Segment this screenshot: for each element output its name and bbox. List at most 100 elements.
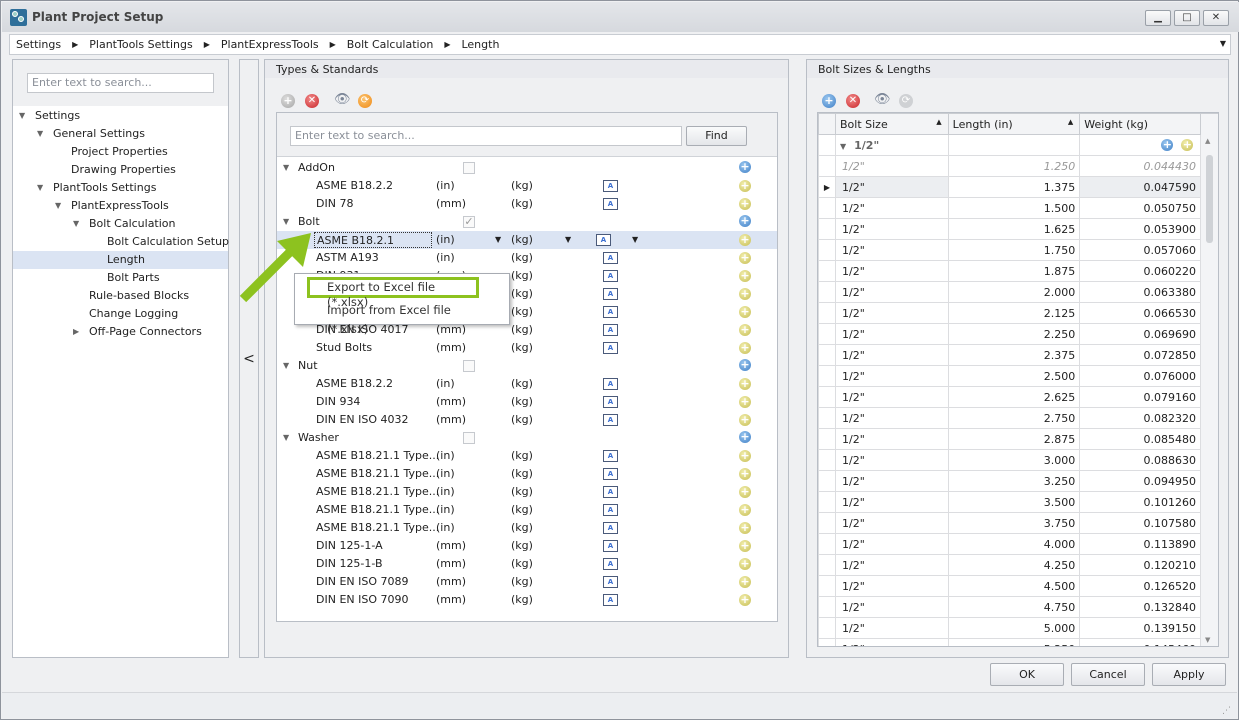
label-template-icon[interactable]: A	[603, 594, 618, 606]
column-header[interactable]: Length (in) ▲	[947, 113, 1081, 135]
table-row[interactable]: 1/2" 2.125 0.066530	[818, 302, 1218, 324]
weight-cell[interactable]: 0.113890	[1079, 533, 1202, 555]
table-row[interactable]: 1/2" 4.750 0.132840	[818, 596, 1218, 618]
type-row[interactable]: DIN 934 (mm) (kg) A +	[277, 393, 777, 411]
expand-arrow-icon[interactable]: ▼	[73, 215, 79, 233]
minimize-button[interactable]: ▁	[1145, 10, 1171, 26]
bolt-size-cell[interactable]: 1/2"	[834, 260, 949, 282]
add-item-icon[interactable]: +	[739, 359, 751, 371]
group-checkbox[interactable]: ✓	[463, 216, 475, 228]
type-row[interactable]: Stud Bolts (mm) (kg) A +	[277, 339, 777, 357]
length-unit-dropdown-icon[interactable]: ▼	[495, 231, 501, 249]
add-size-icon[interactable]: +	[739, 540, 751, 552]
table-row[interactable]: 1/2" 5.000 0.139150	[818, 617, 1218, 639]
type-row[interactable]: ASME B18.21.1 Type... (in) (kg) A +	[277, 501, 777, 519]
bolt-size-cell[interactable]: 1/2"	[834, 491, 949, 513]
table-row[interactable]: 1/2" 2.000 0.063380	[818, 281, 1218, 303]
scrollbar-thumb[interactable]	[1206, 155, 1213, 243]
type-row[interactable]: ASME B18.2.2 (in) (kg) A +	[277, 375, 777, 393]
label-template-icon[interactable]: A	[603, 180, 618, 192]
weight-cell[interactable]: 0.085480	[1079, 428, 1202, 450]
table-row[interactable]: 1/2" 3.250 0.094950	[818, 470, 1218, 492]
add-size-icon[interactable]: +	[739, 558, 751, 570]
new-item-row[interactable]: 1/2" 1.250 0.044430	[818, 155, 1218, 177]
label-template-icon[interactable]: A	[603, 198, 618, 210]
add-size-icon[interactable]: +	[739, 378, 751, 390]
weight-cell[interactable]: 0.057060	[1079, 239, 1202, 261]
tree-item[interactable]: ▼ General Settings	[13, 125, 228, 143]
add-size-icon[interactable]: +	[739, 198, 751, 210]
table-row[interactable]: 1/2" 1.750 0.057060	[818, 239, 1218, 261]
length-cell[interactable]: 2.250	[947, 323, 1081, 345]
tree-item[interactable]: Rule-based Blocks	[13, 287, 228, 305]
length-cell[interactable]: 4.000	[947, 533, 1081, 555]
hide-icon[interactable]: 👁	[334, 92, 351, 107]
bolt-size-cell[interactable]: 1/2"	[834, 575, 949, 597]
weight-cell[interactable]: 0.060220	[1079, 260, 1202, 282]
bolt-size-cell[interactable]: 1/2"	[834, 512, 949, 534]
type-row[interactable]: ASME B18.21.1 Type... (in) (kg) A +	[277, 465, 777, 483]
import-excel-menu-item[interactable]: Import from Excel file (*.xlsx)	[307, 301, 479, 336]
weight-cell[interactable]: 0.101260	[1079, 491, 1202, 513]
table-row[interactable]: 1/2" 2.500 0.076000	[818, 365, 1218, 387]
add-size-icon[interactable]: +	[739, 450, 751, 462]
tree-item[interactable]: Project Properties	[13, 143, 228, 161]
weight-cell[interactable]: 0.063380	[1079, 281, 1202, 303]
bolt-size-cell[interactable]: 1/2"	[834, 344, 949, 366]
length-cell[interactable]: 2.375	[947, 344, 1081, 366]
label-template-icon[interactable]: A	[603, 306, 618, 318]
export-excel-menu-item[interactable]: Export to Excel file (*.xlsx)	[307, 277, 479, 309]
label-template-icon[interactable]: A	[603, 576, 618, 588]
tree-item[interactable]: ▼ PlantExpressTools	[13, 197, 228, 215]
bolt-size-cell[interactable]: 1/2"	[834, 407, 949, 429]
sort-ascending-icon[interactable]: ▲	[936, 118, 941, 126]
length-cell[interactable]: 1.875	[947, 260, 1081, 282]
tree-item[interactable]: Drawing Properties	[13, 161, 228, 179]
bolt-size-cell[interactable]: 1/2"	[834, 449, 949, 471]
cancel-button[interactable]: Cancel	[1071, 663, 1145, 686]
expand-arrow-icon[interactable]: ▼	[55, 197, 61, 215]
bolt-size-cell[interactable]: 1/2"	[834, 281, 949, 303]
type-row[interactable]: ASME B18.21.1 Type... (in) (kg) A +	[277, 519, 777, 537]
length-cell[interactable]: 4.500	[947, 575, 1081, 597]
table-row[interactable]: 1/2" 4.250 0.120210	[818, 554, 1218, 576]
length-cell[interactable]: 2.875	[947, 428, 1081, 450]
bolt-size-cell[interactable]: 1/2"	[834, 323, 949, 345]
tree-item[interactable]: ▶ Off-Page Connectors	[13, 323, 228, 341]
add-icon[interactable]: +	[822, 94, 836, 108]
expand-arrow-icon[interactable]: ▼	[840, 142, 846, 151]
add-size-icon[interactable]: +	[739, 234, 751, 246]
group-checkbox[interactable]	[463, 162, 475, 174]
table-row[interactable]: 1/2" 1.875 0.060220	[818, 260, 1218, 282]
length-cell[interactable]: 3.500	[947, 491, 1081, 513]
label-template-icon[interactable]: A	[603, 522, 618, 534]
table-row[interactable]: 1/2" 2.750 0.082320	[818, 407, 1218, 429]
close-button[interactable]: ✕	[1203, 10, 1229, 26]
bolt-size-cell[interactable]: 1/2"	[834, 218, 949, 240]
breadcrumb-item[interactable]: PlantTools Settings	[89, 38, 192, 51]
length-cell[interactable]: 4.750	[947, 596, 1081, 618]
weight-unit-dropdown-icon[interactable]: ▼	[565, 231, 571, 249]
length-cell[interactable]: 2.750	[947, 407, 1081, 429]
weight-cell[interactable]: 0.069690	[1079, 323, 1202, 345]
bolt-size-cell[interactable]: 1/2"	[834, 596, 949, 618]
label-template-icon[interactable]: A	[603, 378, 618, 390]
table-row[interactable]: 1/2" 4.500 0.126520	[818, 575, 1218, 597]
table-row[interactable]: 1/2" 3.500 0.101260	[818, 491, 1218, 513]
length-cell[interactable]: 1.375	[947, 176, 1081, 198]
add-item-icon[interactable]: +	[739, 161, 751, 173]
collapsed-arrow-icon[interactable]: ▶	[73, 323, 79, 341]
length-cell[interactable]: 2.500	[947, 365, 1081, 387]
type-row[interactable]: DIN EN ISO 7089 (mm) (kg) A +	[277, 573, 777, 591]
type-row[interactable]: DIN 125-1-B (mm) (kg) A +	[277, 555, 777, 573]
add-size-icon[interactable]: +	[739, 288, 751, 300]
bolt-size-cell[interactable]: 1/2"	[834, 638, 949, 646]
length-cell[interactable]: 5.250	[947, 638, 1081, 646]
type-row[interactable]: DIN 125-1-A (mm) (kg) A +	[277, 537, 777, 555]
add-size-icon[interactable]: +	[739, 324, 751, 336]
label-template-icon[interactable]: A	[603, 468, 618, 480]
weight-cell[interactable]: 0.053900	[1079, 218, 1202, 240]
tree-item[interactable]: Bolt Parts	[13, 269, 228, 287]
length-cell[interactable]: 1.625	[947, 218, 1081, 240]
weight-cell[interactable]: 0.126520	[1079, 575, 1202, 597]
